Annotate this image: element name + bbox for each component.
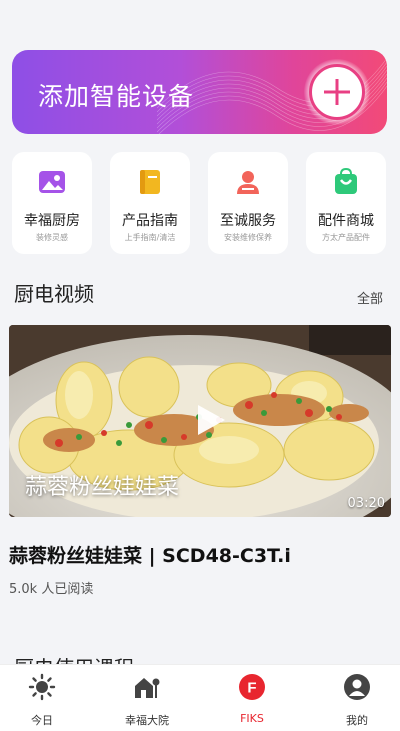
card-title: 至诚服务	[220, 213, 276, 229]
card-accessory-mall[interactable]: 配件商城 方太产品配件	[306, 152, 386, 254]
card-subtitle: 装修灵感	[36, 233, 68, 242]
quick-entry-grid: 幸福厨房 装修灵感 产品指南 上手指南/清洁 至诚服务 安装维修保养 配件商城 …	[12, 152, 390, 254]
banner-title: 添加智能设备	[38, 82, 195, 111]
video-title[interactable]: 蒜蓉粉丝娃娃菜 | SCD48-C3T.i	[9, 541, 291, 568]
card-product-guide[interactable]: 产品指南 上手指南/清洁	[110, 152, 190, 254]
card-service[interactable]: 至诚服务 安装维修保养	[208, 152, 288, 254]
play-icon[interactable]	[192, 402, 228, 438]
card-subtitle: 上手指南/清洁	[124, 233, 176, 242]
video-duration: 03:20	[347, 496, 385, 511]
card-subtitle: 安装维修保养	[224, 233, 272, 242]
home-page: 添加智能设备 幸福厨房 装修灵感 产品指南 上手指南/清洁 至诚服务 安装维修保…	[0, 0, 400, 731]
add-device-banner[interactable]: 添加智能设备	[12, 50, 387, 134]
video-overlay-caption: 蒜蓉粉丝娃娃菜	[25, 475, 180, 500]
sun-icon	[28, 673, 56, 701]
fiks-logo-icon: F	[239, 674, 265, 700]
tab-label: 我的	[346, 714, 368, 727]
book-icon	[140, 170, 160, 194]
tab-fiks[interactable]: F FIKS	[212, 673, 292, 725]
profile-icon	[344, 674, 370, 700]
add-device-button[interactable]	[304, 59, 370, 125]
image-icon	[39, 171, 65, 193]
card-title: 产品指南	[122, 213, 178, 229]
svg-text:F: F	[247, 680, 256, 697]
tab-label: FIKS	[240, 712, 264, 725]
tab-today[interactable]: 今日	[2, 673, 82, 728]
card-title: 配件商城	[318, 213, 374, 229]
video-view-count: 5.0k 人已阅读	[9, 582, 94, 597]
card-happy-kitchen[interactable]: 幸福厨房 装修灵感	[12, 152, 92, 254]
house-icon	[135, 678, 160, 698]
card-subtitle: 方太产品配件	[322, 233, 370, 242]
bottom-tab-bar: 今日 幸福大院 F FIKS 我的	[0, 664, 400, 731]
tab-happy-yard[interactable]: 幸福大院	[107, 673, 187, 728]
section-title: 厨电视频	[14, 282, 94, 306]
view-all-link[interactable]: 全部	[357, 288, 383, 307]
tab-mine[interactable]: 我的	[317, 673, 397, 728]
shopping-bag-icon	[335, 168, 357, 194]
tab-label: 幸福大院	[125, 714, 169, 727]
plus-circle-icon	[324, 79, 350, 105]
tab-label: 今日	[31, 714, 53, 727]
user-icon	[237, 171, 259, 194]
card-title: 幸福厨房	[24, 213, 80, 229]
video-player[interactable]: 蒜蓉粉丝娃娃菜 03:20	[9, 325, 391, 517]
